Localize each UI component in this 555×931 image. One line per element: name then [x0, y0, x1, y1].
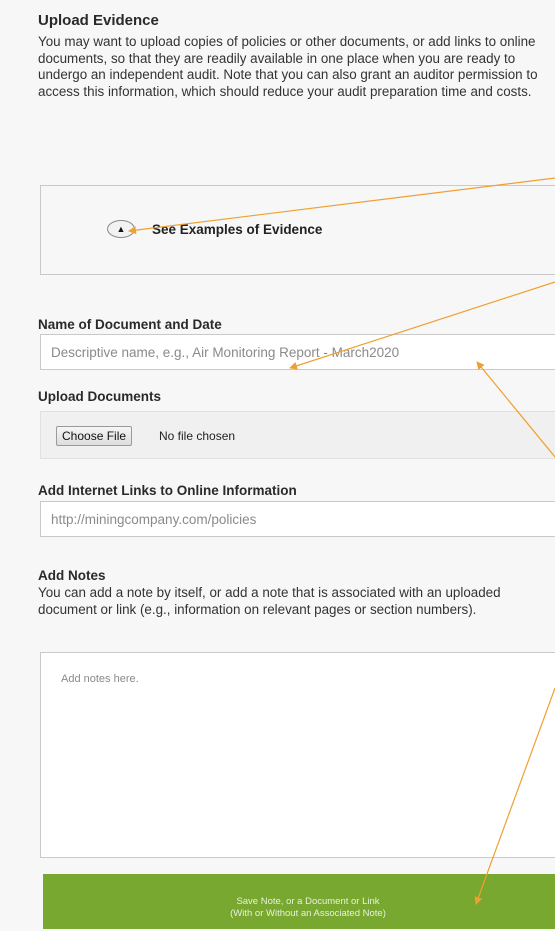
add-notes-label: Add Notes: [38, 568, 106, 583]
document-name-input[interactable]: [40, 334, 555, 370]
choose-file-button[interactable]: Choose File: [56, 426, 133, 446]
see-examples-toggle[interactable]: See Examples of Evidence: [152, 222, 322, 237]
chevron-up-icon[interactable]: ▲: [107, 220, 135, 238]
notes-textarea[interactable]: [40, 652, 555, 858]
document-name-label: Name of Document and Date: [38, 317, 222, 332]
internet-links-label: Add Internet Links to Online Information: [38, 483, 297, 498]
internet-links-input[interactable]: [40, 501, 555, 537]
notes-help-text: You can add a note by itself, or add a n…: [38, 585, 501, 617]
save-note-button[interactable]: Save Note, or a Document or Link (With o…: [43, 874, 555, 929]
save-button-line1: Save Note, or a Document or Link: [236, 895, 380, 907]
section-title: Upload Evidence: [38, 12, 159, 29]
save-button-line2: (With or Without an Associated Note): [230, 907, 386, 919]
upload-documents-label: Upload Documents: [38, 389, 162, 404]
section-description: You may want to upload copies of policie…: [38, 34, 538, 100]
upload-evidence-panel: Upload Evidence You may want to upload c…: [0, 0, 555, 931]
file-status-text: No file chosen: [159, 429, 236, 443]
